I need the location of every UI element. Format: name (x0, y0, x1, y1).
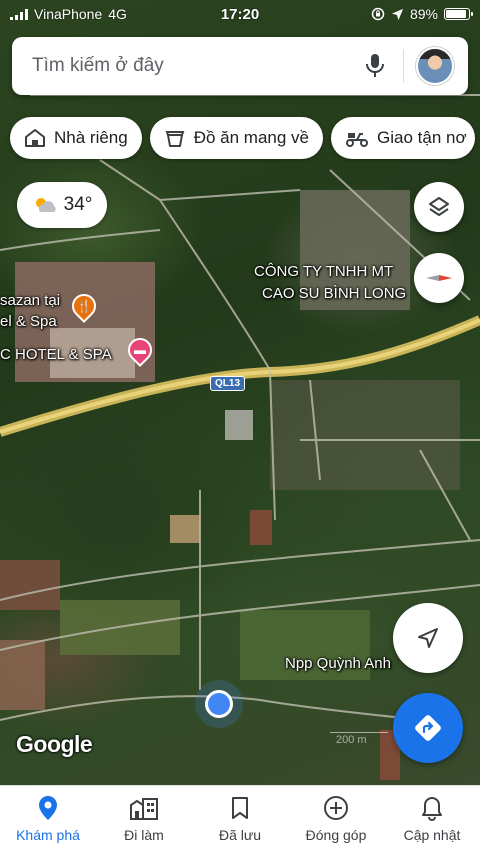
nav-contribute-label: Đóng góp (305, 827, 367, 843)
battery-icon (444, 8, 473, 20)
map-label-hotel[interactable]: C HOTEL & SPA (0, 345, 112, 365)
map-label-spa-line2[interactable]: el & Spa (0, 312, 57, 332)
layers-icon (429, 197, 449, 216)
carrier-name: VinaPhone (34, 6, 103, 22)
chip-delivery-label: Giao tận nơ (377, 128, 467, 147)
map-scale: 200 m (330, 718, 390, 748)
search-bar[interactable]: Tìm kiếm ở đây (12, 37, 468, 95)
my-location-dot[interactable] (205, 690, 233, 718)
search-input[interactable]: Tìm kiếm ở đây (32, 55, 357, 77)
bell-icon (422, 797, 442, 821)
layers-button[interactable] (414, 182, 464, 232)
chip-home[interactable]: Nhà riêng (10, 117, 142, 159)
partly-cloudy-icon (35, 198, 56, 212)
battery-fill (446, 10, 466, 18)
network-type: 4G (108, 6, 127, 22)
nav-explore[interactable]: Khám phá (0, 794, 96, 843)
my-location-button[interactable] (393, 603, 463, 673)
chip-delivery[interactable]: Giao tận nơ (331, 117, 475, 159)
explore-pin-icon (39, 796, 57, 820)
bookmark-icon (232, 797, 248, 819)
nav-commute[interactable]: Đi làm (96, 794, 192, 843)
status-time: 17:20 (220, 5, 260, 23)
road-shield-ql13: QL13 (210, 376, 246, 391)
home-icon (25, 129, 45, 147)
status-bar: VinaPhone 4G 17:20 89% (0, 0, 480, 28)
rotation-lock-icon (371, 7, 385, 21)
commute-building-icon (130, 798, 158, 820)
nav-updates[interactable]: Cập nhật (384, 794, 480, 843)
compass-icon (426, 275, 452, 281)
takeout-bag-icon (165, 131, 185, 147)
weather-temperature: 34° (63, 194, 93, 215)
delivery-scooter-icon (346, 133, 369, 147)
nav-saved-label: Đã lưu (218, 827, 262, 843)
scale-label: 200 m (336, 734, 367, 746)
directions-button[interactable] (393, 693, 463, 763)
google-logo: Google (16, 731, 93, 757)
map-label-spa-line1[interactable]: sazan tại (0, 291, 60, 311)
nav-explore-label: Khám phá (16, 827, 80, 843)
chip-home-label: Nhà riêng (54, 128, 128, 147)
weather-chip[interactable]: 34° (17, 182, 107, 228)
map-label-company-line2[interactable]: CAO SU BÌNH LONG (262, 284, 406, 304)
map-label-store[interactable]: Npp Quỳnh Anh (285, 654, 391, 674)
bottom-nav: Khám phá Đi làm Đã lưu Đóng góp Cập nhật (0, 785, 480, 853)
directions-icon (415, 715, 441, 741)
signal-icon (10, 8, 28, 20)
search-divider (403, 49, 404, 83)
nav-saved[interactable]: Đã lưu (192, 794, 288, 843)
chip-takeout[interactable]: Đồ ăn mang về (149, 117, 324, 159)
nav-updates-label: Cập nhật (403, 827, 461, 843)
location-arrow-icon (391, 8, 404, 20)
nav-contribute[interactable]: Đóng góp (288, 794, 384, 843)
map-label-company-line1[interactable]: CÔNG TY TNHH MT (254, 262, 393, 282)
mic-icon[interactable] (357, 48, 393, 84)
category-chips: Nhà riêng Đồ ăn mang về Giao tận nơ (10, 117, 475, 159)
my-location-arrow-icon (418, 628, 438, 648)
chip-takeout-label: Đồ ăn mang về (193, 128, 310, 147)
avatar[interactable] (416, 47, 454, 85)
compass-button[interactable] (414, 253, 464, 303)
nav-commute-label: Đi làm (124, 827, 164, 843)
add-circle-icon (324, 796, 348, 820)
battery-percent: 89% (409, 6, 438, 22)
